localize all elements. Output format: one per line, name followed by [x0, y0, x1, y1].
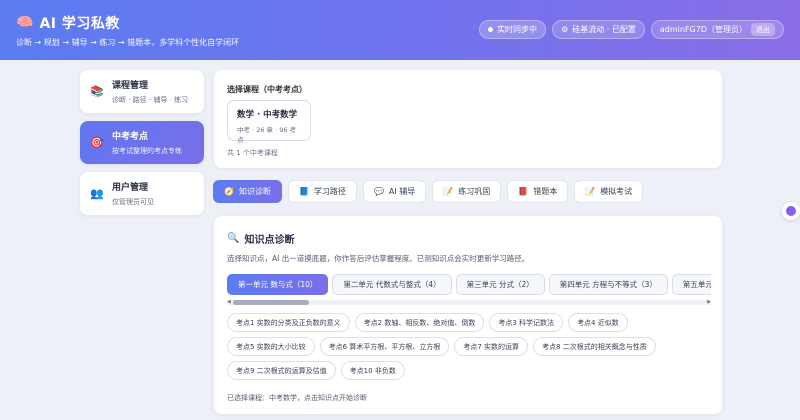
logout-button[interactable]: 退出	[751, 23, 775, 36]
chat-icon: 💬	[373, 187, 384, 196]
knowledge-point-chip[interactable]: 考点10 非负数	[340, 361, 405, 380]
course-chip-name: 数学 · 中考数学	[237, 110, 298, 120]
tab-mock-exam[interactable]: 📝 模拟考试	[574, 180, 644, 203]
tab-label: AI 辅导	[388, 187, 416, 196]
knowledge-point-list: 考点1 实数的分类及正负数的意义 考点2 数轴、相反数、绝对值、倒数 考点3 科…	[227, 313, 711, 380]
sidebar-item-desc: 仅管理员可见	[112, 198, 154, 206]
knowledge-point-chip[interactable]: 考点9 二次根式的运算及估值	[227, 361, 336, 380]
tab-label: 知识诊断	[238, 187, 271, 196]
unit-tab[interactable]: 第五单元 方程（组）	[671, 274, 711, 295]
knowledge-point-chip[interactable]: 考点5 实数的大小比较	[227, 337, 315, 356]
unit-tab[interactable]: 第一单元 数与式（10）	[227, 274, 329, 295]
course-count: 共 1 个中考课程	[227, 149, 278, 157]
tab-label: 练习巩固	[458, 187, 491, 196]
course-chip-meta: 中考 · 26 章 · 96 考点	[237, 126, 297, 144]
book-icon: 📘	[298, 187, 309, 196]
unit-tabs: 第一单元 数与式（10） 第二单元 代数式与整式（4） 第三单元 分式（2） 第…	[227, 274, 711, 295]
knowledge-point-chip[interactable]: 考点2 数轴、相反数、绝对值、倒数	[354, 313, 485, 332]
knowledge-point-chip[interactable]: 考点7 实数的运算	[454, 337, 529, 356]
user-label: adminFG7D（管理员）	[659, 25, 747, 34]
sidebar-item-user-management[interactable]: 👥 用户管理 仅管理员可见	[80, 172, 204, 215]
scrollbar-thumb[interactable]	[233, 300, 309, 305]
brain-icon: 🧠	[16, 15, 34, 31]
diagnosis-title: 知识点诊断	[244, 235, 295, 246]
users-icon: 👥	[90, 186, 104, 200]
tab-label: 错题本	[533, 187, 558, 196]
sidebar-item-desc: 诊断 · 路径 · 辅导 · 练习	[112, 96, 189, 104]
compass-icon: 🧭	[224, 187, 234, 196]
diagnosis-heading: 🔍 知识点诊断	[227, 231, 294, 246]
floating-assistant-button[interactable]	[782, 202, 800, 220]
app-header: 🧠 AI 学习私教 诊断 → 规划 → 辅导 → 练习 → 错题本，多学科个性化…	[0, 0, 800, 60]
tab-label: 模拟考试	[600, 187, 633, 196]
sidebar-item-exam-points[interactable]: 🎯 中考考点 按考试整理的考点专练	[80, 121, 204, 164]
tab-label: 学习路径	[313, 187, 346, 196]
sync-status-badge: 实时同步中	[479, 20, 547, 39]
exam-icon: 📝	[585, 187, 596, 196]
app-subtitle: 诊断 → 规划 → 辅导 → 练习 → 错题本，多学科个性化自学闭环	[16, 38, 240, 47]
knowledge-point-chip[interactable]: 考点1 实数的分类及正负数的意义	[227, 313, 350, 332]
unit-tab[interactable]: 第四单元 方程与不等式（3）	[548, 274, 668, 295]
sync-status-label: 实时同步中	[497, 25, 538, 34]
scroll-left-icon[interactable]: ◀	[227, 299, 231, 306]
sidebar-item-title: 用户管理	[112, 183, 149, 193]
unit-tab[interactable]: 第三单元 分式（2）	[455, 274, 545, 295]
brand: 🧠 AI 学习私教	[16, 13, 120, 33]
diagnosis-footer: 已选择课程：中考数学，点击知识点开始诊断	[227, 394, 367, 402]
sync-dot-icon	[488, 27, 494, 32]
model-provider-badge[interactable]: ⚙ 硅基流动 · 已配置	[552, 20, 645, 39]
unit-tab[interactable]: 第二单元 代数式与整式（4）	[332, 274, 452, 295]
unit-tabs-scrollbar[interactable]: ◀ ▶	[227, 299, 711, 306]
feature-tabs: 🧭 知识诊断 📘 学习路径 💬 AI 辅导 📝 练习巩固 📕 错题本 📝 模拟考…	[213, 180, 644, 203]
sidebar-item-title: 课程管理	[112, 81, 149, 91]
gear-icon: ⚙	[561, 25, 569, 34]
app-title: AI 学习私教	[39, 16, 120, 32]
scroll-right-icon[interactable]: ▶	[707, 299, 711, 306]
course-chip-math[interactable]: 数学 · 中考数学 中考 · 26 章 · 96 考点	[227, 100, 311, 144]
knowledge-point-chip[interactable]: 考点3 科学记数法	[489, 313, 564, 332]
diagnosis-description: 选择知识点，AI 出一道摸底题，你作答后评估掌握程度。已测知识点会实时更新学习路…	[227, 254, 530, 263]
books-icon: 📚	[90, 84, 104, 98]
notebook-icon: 📕	[518, 187, 529, 196]
tab-diagnosis[interactable]: 🧭 知识诊断	[213, 180, 282, 203]
sidebar-item-desc: 按考试整理的考点专练	[112, 147, 182, 155]
user-menu: adminFG7D（管理员） 退出	[650, 20, 784, 39]
knowledge-point-chip[interactable]: 考点4 近似数	[568, 313, 628, 332]
tab-learning-path[interactable]: 📘 学习路径	[287, 180, 357, 203]
knowledge-point-chip[interactable]: 考点8 二次根式的相关概念与性质	[533, 337, 656, 356]
tab-ai-tutor[interactable]: 💬 AI 辅导	[362, 180, 427, 203]
sidebar-item-course-management[interactable]: 📚 课程管理 诊断 · 路径 · 辅导 · 练习	[80, 70, 204, 113]
tab-wrong-book[interactable]: 📕 错题本	[507, 180, 569, 203]
diagnosis-panel: 🔍 知识点诊断 选择知识点，AI 出一道摸底题，你作答后评估掌握程度。已测知识点…	[214, 216, 722, 414]
memo-icon: 📝	[443, 187, 454, 196]
assistant-icon	[786, 206, 796, 216]
target-icon: 🎯	[90, 135, 104, 149]
header-status-area: 实时同步中 ⚙ 硅基流动 · 已配置 adminFG7D（管理员） 退出	[479, 20, 784, 39]
sidebar-item-title: 中考考点	[112, 132, 149, 142]
tab-practice[interactable]: 📝 练习巩固	[432, 180, 502, 203]
magnifier-icon: 🔍	[227, 233, 240, 244]
course-selector-panel: 选择课程（中考考点） 数学 · 中考数学 中考 · 26 章 · 96 考点 共…	[214, 70, 722, 168]
knowledge-point-chip[interactable]: 考点6 算术平方根、平方根、立方根	[319, 337, 450, 356]
model-provider-label: 硅基流动 · 已配置	[572, 25, 636, 34]
course-selector-label: 选择课程（中考考点）	[227, 85, 307, 94]
